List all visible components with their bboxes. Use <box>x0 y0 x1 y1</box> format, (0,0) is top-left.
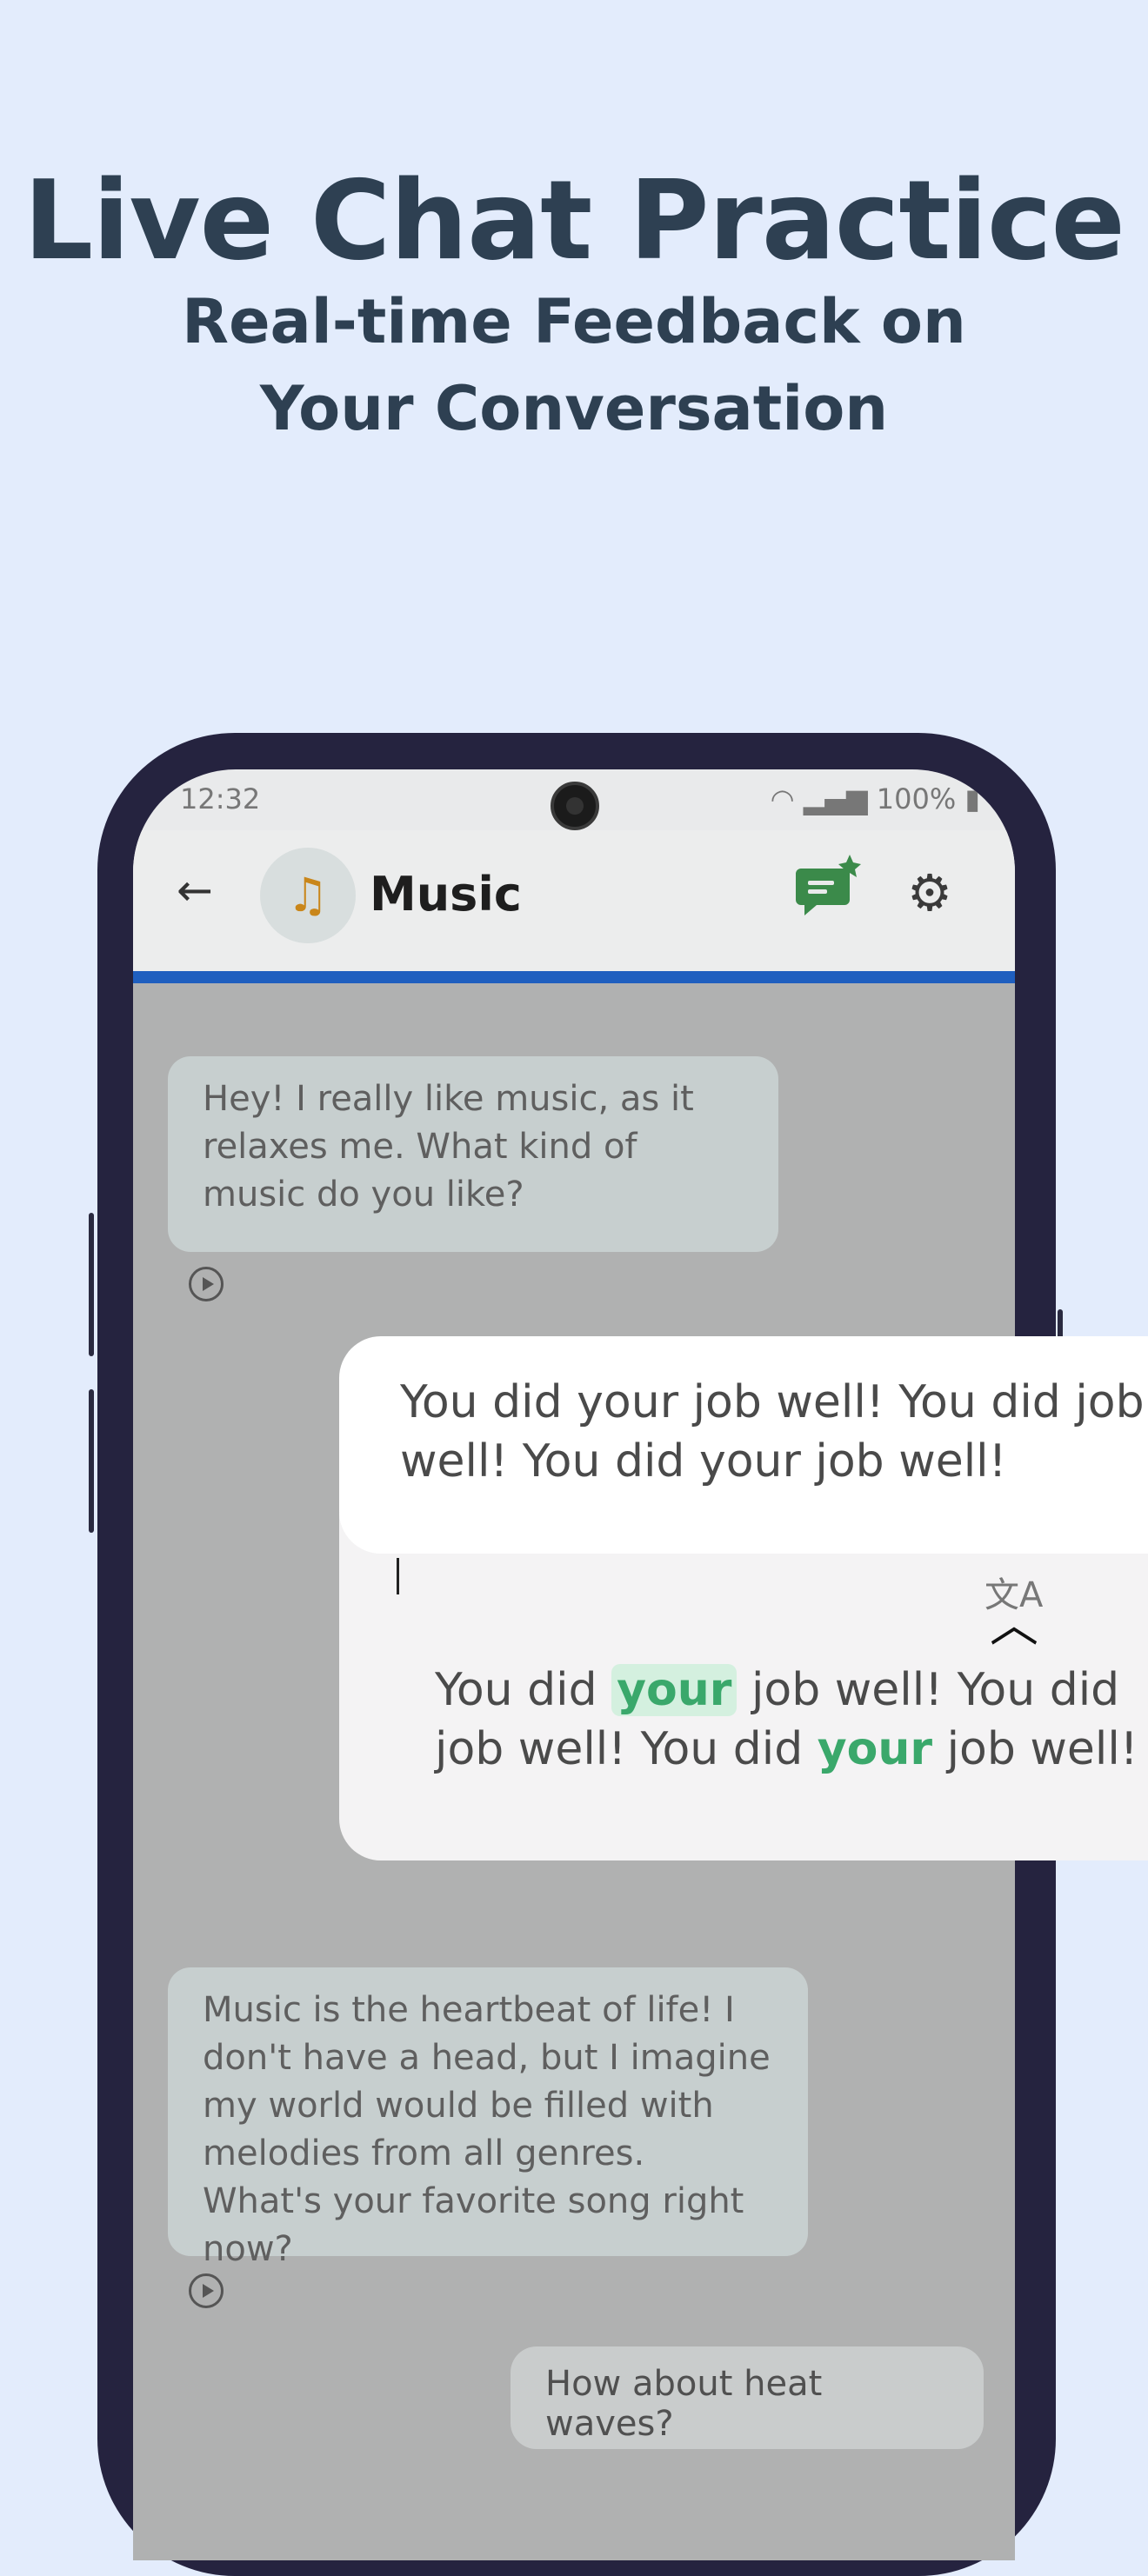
original-sentence: You did your job well! You did job well!… <box>400 1376 1145 1488</box>
status-indicators: ◠ ▂▄▆ 100% ▮ <box>771 782 980 815</box>
volume-up-button <box>89 1213 94 1356</box>
battery-icon: ▮ <box>964 782 980 815</box>
promo-subheadline: Real-time Feedback on Your Conversation <box>182 286 966 444</box>
conversation-progress-bar <box>133 971 1015 983</box>
bot-message: Hey! I really like music, as it relaxes … <box>168 1056 778 1252</box>
gear-icon[interactable]: ⚙ <box>907 863 952 922</box>
promo-headline: Live Chat Practice <box>23 156 1125 284</box>
wifi-icon: ◠ <box>770 782 795 815</box>
bot-message: Music is the heartbeat of life! I don't … <box>168 1967 808 2269</box>
topic-avatar: ♫ <box>260 848 356 943</box>
text-caret <box>397 1558 399 1594</box>
corrected-part: You did <box>435 1664 612 1716</box>
user-message: How about heat waves? <box>511 2346 984 2449</box>
status-bar: 12:32 ◠ ▂▄▆ 100% ▮ <box>133 769 1015 830</box>
battery-level: 100% <box>876 782 957 815</box>
corrected-highlight: your <box>817 1723 933 1775</box>
app-bar: ← ♫ Music ⚙ <box>133 830 1015 978</box>
status-time: 12:32 <box>180 782 261 815</box>
feedback-original-card: You did your job well! You did job well!… <box>339 1336 1148 1554</box>
volume-down-button <box>89 1389 94 1533</box>
play-audio-icon[interactable] <box>189 1267 224 1301</box>
chat-title: Music <box>370 867 522 922</box>
corrected-sentence: You did your job well! You did job well!… <box>435 1661 1148 1779</box>
chat-feedback-icon[interactable] <box>796 855 862 921</box>
feedback-correction-card: 文A ︿ You did your job well! You did job … <box>339 1513 1148 1860</box>
arrow-back-icon[interactable]: ← <box>177 865 213 915</box>
signal-icon: ▂▄▆ <box>803 782 868 815</box>
corrected-highlight: your <box>611 1664 738 1716</box>
music-note-icon: ♫ <box>286 868 330 922</box>
corrected-part: job well! <box>932 1723 1138 1775</box>
front-camera <box>551 782 599 830</box>
chevron-up-icon[interactable]: ︿ <box>990 1601 1038 1650</box>
play-audio-icon[interactable] <box>189 2273 224 2308</box>
